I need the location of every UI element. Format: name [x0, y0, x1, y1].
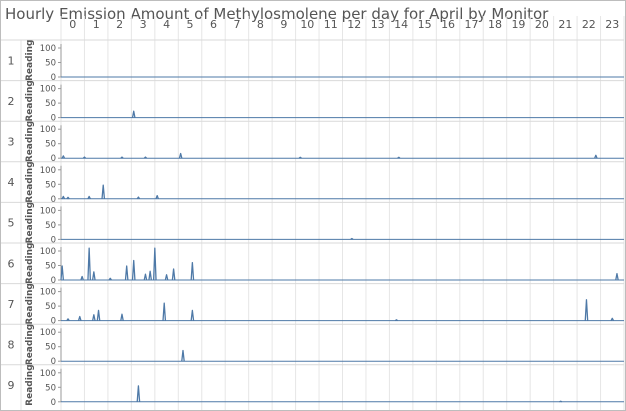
data-spike	[559, 400, 563, 403]
data-spike	[91, 271, 96, 281]
y-tick-label: 0	[51, 276, 56, 286]
y-tick-label: 0	[51, 398, 56, 408]
data-spike	[131, 110, 136, 118]
row-label-5: 5	[8, 217, 15, 230]
column-header-5: 5	[187, 18, 194, 31]
data-spike	[124, 265, 129, 281]
y-axis-title: Reading	[25, 243, 35, 284]
column-header-10: 10	[300, 18, 314, 31]
row-label-7: 7	[8, 298, 15, 311]
data-spike	[131, 259, 136, 281]
column-header-14: 14	[394, 18, 408, 31]
y-tick-label: 0	[51, 114, 56, 124]
column-header-16: 16	[441, 18, 455, 31]
data-spike	[615, 272, 619, 281]
data-spike	[190, 261, 195, 281]
data-spike	[181, 349, 185, 362]
y-tick-label: 50	[45, 140, 56, 150]
y-tick-label: 100	[40, 125, 56, 135]
small-multiples-line-chart: 0 1 2 3 4 5 6 7 8 9 10 11 12 13 14 15 16 17 18 19 20 21 22 231 R…	[1, 16, 625, 410]
column-header-8: 8	[257, 18, 264, 31]
chart-frame: Hourly Emission Amount of Methylosmolene…	[0, 0, 626, 411]
column-header-17: 17	[465, 18, 479, 31]
y-tick-label: 100	[40, 328, 56, 338]
column-header-19: 19	[511, 18, 525, 31]
row-label-9: 9	[8, 379, 15, 392]
data-spike	[136, 385, 141, 402]
y-tick-label: 50	[45, 99, 56, 109]
row-label-3: 3	[8, 136, 15, 149]
data-spike	[298, 156, 302, 159]
column-header-13: 13	[371, 18, 385, 31]
column-header-0: 0	[69, 18, 76, 31]
y-tick-label: 0	[51, 154, 56, 164]
data-spike	[77, 315, 82, 321]
data-spike	[171, 268, 176, 281]
column-header-3: 3	[140, 18, 147, 31]
column-header-1: 1	[93, 18, 100, 31]
y-tick-label: 50	[45, 221, 56, 231]
data-spike	[87, 247, 91, 281]
y-axis-title: Reading	[25, 324, 35, 365]
y-tick-label: 0	[51, 195, 56, 205]
y-tick-label: 50	[45, 383, 56, 393]
column-header-12: 12	[347, 18, 361, 31]
y-tick-label: 50	[45, 59, 56, 69]
row-label-6: 6	[8, 257, 15, 270]
y-axis-title: Reading	[25, 40, 35, 81]
y-tick-label: 50	[45, 262, 56, 272]
data-spike	[80, 275, 84, 281]
column-header-4: 4	[163, 18, 170, 31]
data-spike	[190, 309, 195, 321]
row-label-4: 4	[8, 176, 15, 189]
data-spike	[101, 184, 106, 199]
column-header-21: 21	[558, 18, 572, 31]
data-spike	[397, 156, 401, 159]
y-axis-title: Reading	[25, 161, 35, 202]
data-spike	[164, 274, 169, 281]
column-header-22: 22	[582, 18, 596, 31]
column-header-20: 20	[535, 18, 549, 31]
column-header-23: 23	[605, 18, 619, 31]
data-spike	[96, 309, 101, 321]
y-axis-title: Reading	[25, 364, 35, 405]
y-tick-label: 50	[45, 343, 56, 353]
data-spike	[92, 314, 96, 321]
y-tick-label: 100	[40, 288, 56, 298]
y-tick-label: 100	[40, 206, 56, 216]
y-tick-label: 50	[45, 180, 56, 190]
y-tick-label: 100	[40, 44, 56, 54]
y-tick-label: 0	[51, 317, 56, 327]
data-spike	[162, 302, 167, 321]
y-tick-label: 0	[51, 73, 56, 83]
y-axis-title: Reading	[25, 121, 35, 162]
column-header-2: 2	[116, 18, 123, 31]
row-label-2: 2	[8, 95, 15, 108]
column-header-9: 9	[280, 18, 287, 31]
y-tick-label: 0	[51, 357, 56, 367]
column-header-15: 15	[418, 18, 432, 31]
y-axis-title: Reading	[25, 283, 35, 324]
y-tick-label: 100	[40, 247, 56, 257]
column-header-11: 11	[324, 18, 338, 31]
column-header-6: 6	[210, 18, 217, 31]
data-spike	[394, 319, 399, 322]
y-tick-label: 100	[40, 85, 56, 95]
data-spike	[143, 273, 148, 281]
data-spike	[120, 313, 124, 321]
y-tick-label: 100	[40, 166, 56, 176]
data-spike	[178, 152, 183, 159]
column-header-7: 7	[233, 18, 240, 31]
y-axis-title: Reading	[25, 80, 35, 121]
data-spike	[148, 270, 152, 281]
row-label-8: 8	[8, 339, 15, 352]
column-header-18: 18	[488, 18, 502, 31]
row-label-1: 1	[8, 54, 15, 67]
y-tick-label: 100	[40, 369, 56, 379]
data-spike	[350, 237, 354, 240]
y-axis-title: Reading	[25, 202, 35, 243]
y-tick-label: 0	[51, 235, 56, 245]
data-spike	[584, 299, 589, 321]
y-tick-label: 50	[45, 302, 56, 312]
